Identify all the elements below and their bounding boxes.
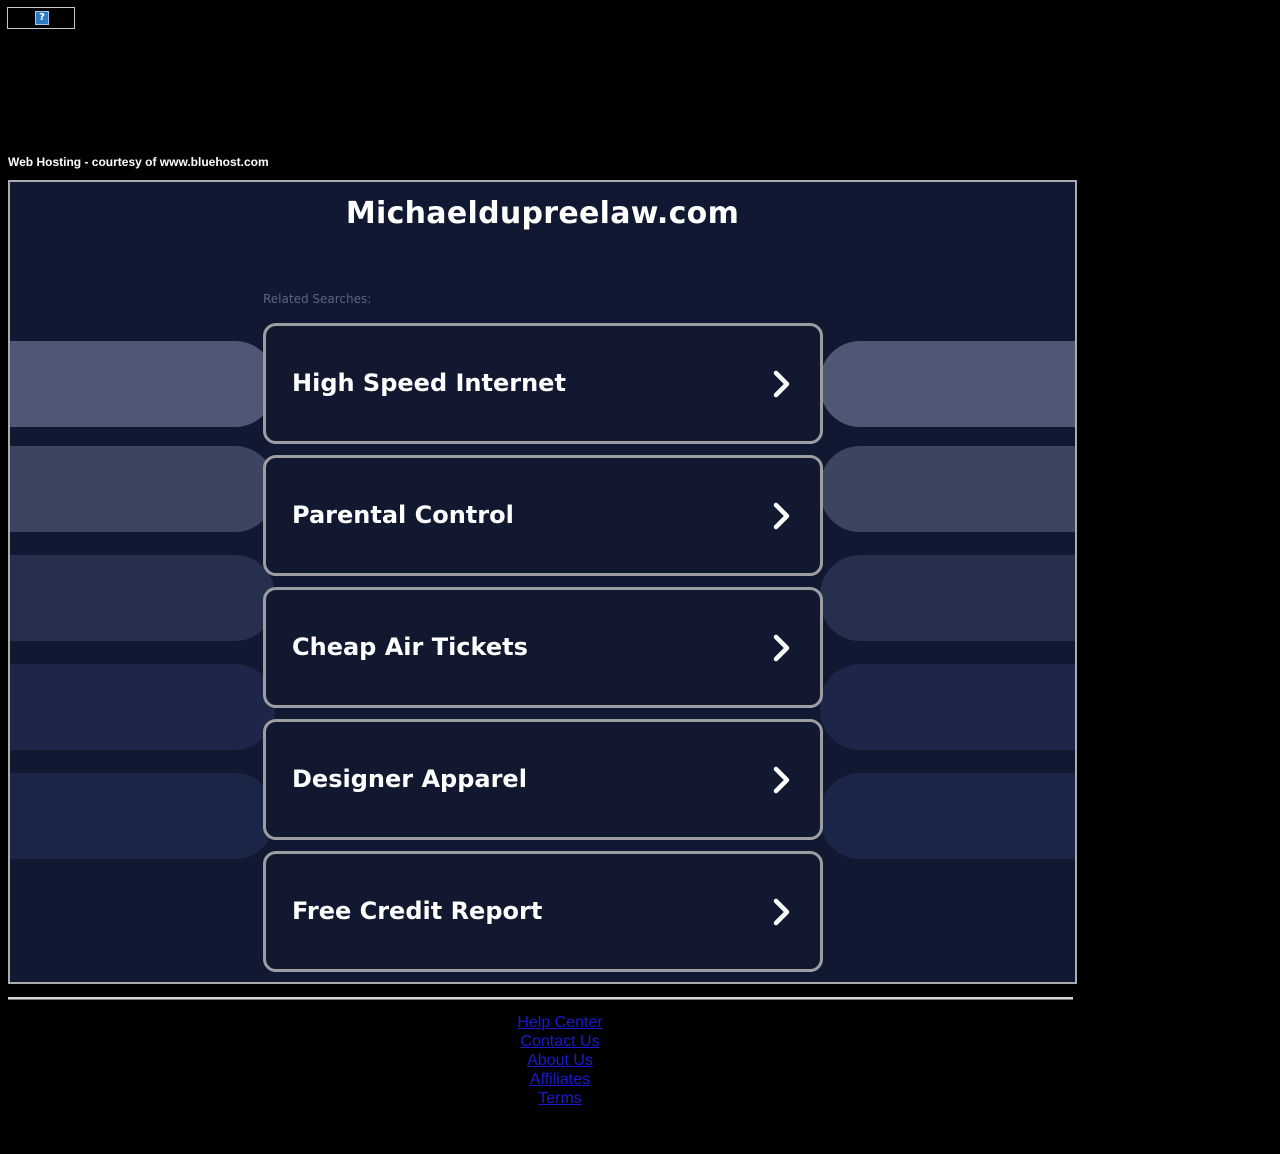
decorative-band (10, 773, 275, 859)
search-link-card[interactable]: Cheap Air Tickets (263, 587, 823, 708)
footer-divider (8, 997, 1073, 1000)
chevron-right-icon (773, 898, 790, 926)
chevron-right-icon (773, 766, 790, 794)
decorative-band (10, 664, 275, 750)
decorative-band (820, 773, 1075, 859)
decorative-band (10, 341, 275, 427)
search-link-card[interactable]: Parental Control (263, 455, 823, 576)
footer-link-help-center[interactable]: Help Center (0, 1013, 1120, 1032)
chevron-right-icon (773, 502, 790, 530)
decorative-band (820, 664, 1075, 750)
decorative-band (10, 555, 275, 641)
decorative-band (820, 341, 1075, 427)
chevron-right-icon (773, 370, 790, 398)
decorative-band (820, 555, 1075, 641)
search-link-label: Free Credit Report (292, 897, 543, 925)
broken-image-placeholder: ? (7, 7, 75, 29)
decorative-band (10, 446, 275, 532)
footer-link-affiliates[interactable]: Affiliates (0, 1070, 1120, 1089)
search-link-card[interactable]: Designer Apparel (263, 719, 823, 840)
search-link-label: Parental Control (292, 501, 514, 529)
search-link-card[interactable]: High Speed Internet (263, 323, 823, 444)
footer-link-terms[interactable]: Terms (0, 1089, 1120, 1108)
footer-link-about-us[interactable]: About Us (0, 1051, 1120, 1070)
parked-domain-panel: Michaeldupreelaw.com Related Searches: H… (8, 180, 1077, 984)
search-link-label: Designer Apparel (292, 765, 527, 793)
decorative-band (820, 446, 1075, 532)
broken-image-icon: ? (35, 11, 49, 25)
search-link-label: Cheap Air Tickets (292, 633, 528, 661)
search-link-card[interactable]: Free Credit Report (263, 851, 823, 972)
footer-links: Help Center Contact Us About Us Affiliat… (0, 1013, 1120, 1108)
site-title: Michaeldupreelaw.com (345, 196, 740, 231)
related-searches-label: Related Searches: (263, 292, 372, 306)
chevron-right-icon (773, 634, 790, 662)
search-link-label: High Speed Internet (292, 369, 566, 397)
hosting-courtesy-text: Web Hosting - courtesy of www.bluehost.c… (8, 155, 269, 169)
footer-link-contact-us[interactable]: Contact Us (0, 1032, 1120, 1051)
